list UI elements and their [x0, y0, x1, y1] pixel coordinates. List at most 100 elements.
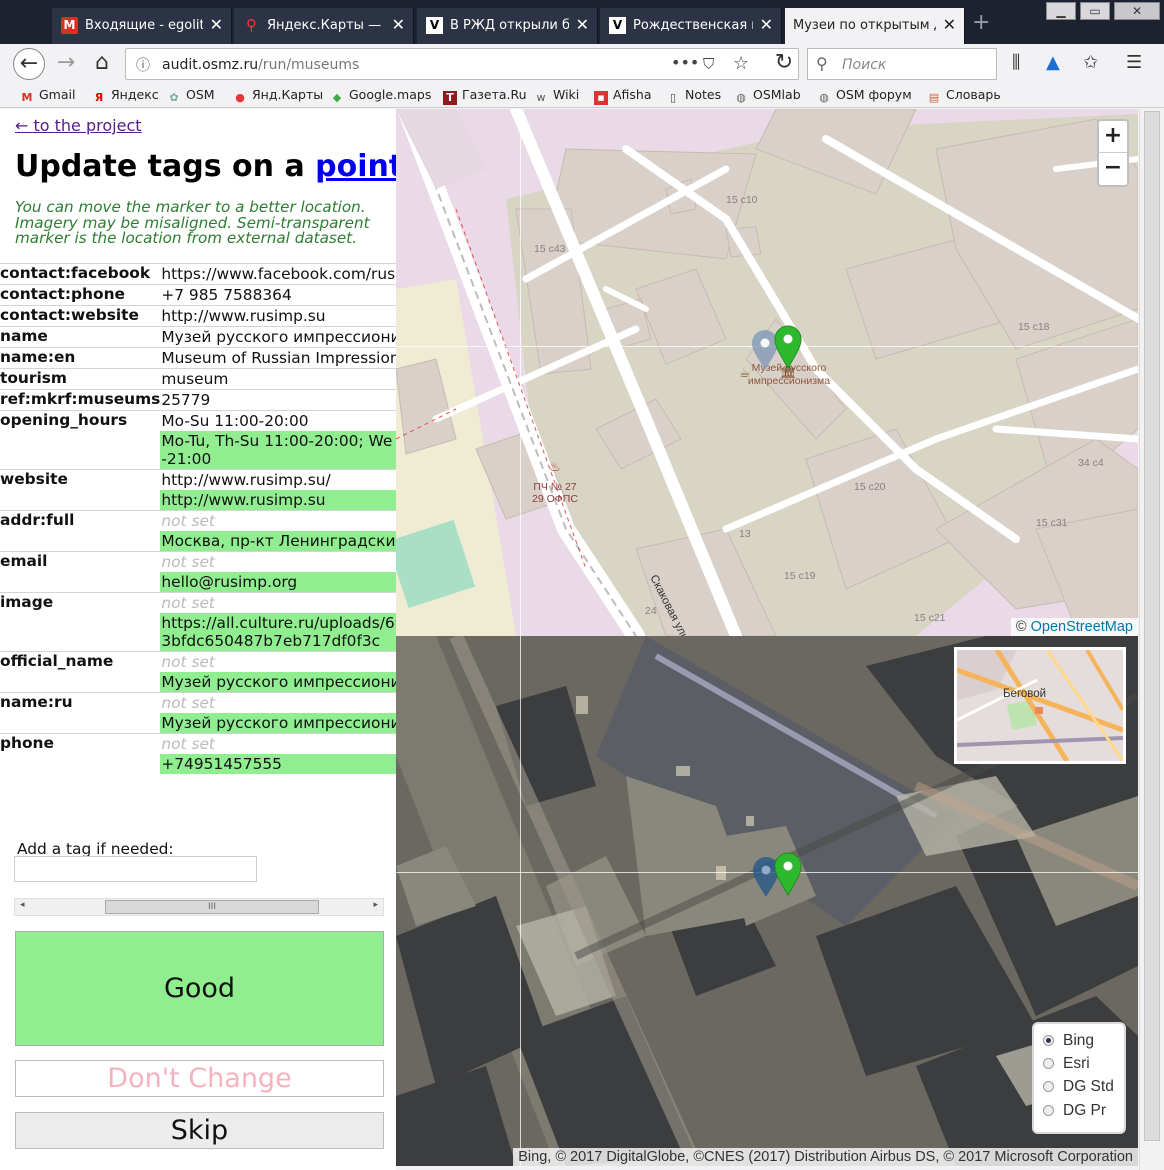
bookmark-yandex[interactable]: Я Яндекс [92, 87, 159, 105]
building-label: 15 с10 [726, 194, 758, 206]
url-text: audit.osmz.ru/run/museums [162, 57, 360, 73]
downloads-icon[interactable]: ✩ [1083, 52, 1098, 73]
layer-option-esri[interactable]: Esri [1043, 1053, 1090, 1075]
forward-button[interactable]: → [50, 48, 82, 80]
tag-value-current[interactable]: Музей русского импрессионизма [160, 327, 396, 347]
site-info-icon[interactable]: ⓘ [136, 55, 150, 75]
back-button[interactable]: ← [13, 48, 45, 80]
tag-value-current[interactable]: https://www.facebook.com/rusimp. [160, 264, 396, 284]
tag-value-not-set: not set [161, 735, 215, 753]
search-input[interactable]: ⚲ Поиск [807, 48, 997, 80]
tag-value-new[interactable]: https://all.culture.ru/uploads/695a593bf… [160, 613, 396, 651]
tag-key: contact:website [0, 305, 161, 327]
page-title: Update tags on a point [15, 149, 396, 184]
close-tab-icon[interactable]: ✕ [760, 15, 773, 35]
bookmark-gmail[interactable]: M Gmail [20, 87, 76, 105]
back-to-project-link[interactable]: ← to the project [15, 116, 142, 135]
reload-icon[interactable]: ↻ [768, 48, 800, 80]
bookmark-yandex-maps[interactable]: ● Янд.Карты [233, 87, 323, 105]
bookmark-dictionary[interactable]: ▤ Словарь [927, 87, 1001, 105]
page-actions-icon[interactable]: ••• [671, 53, 699, 72]
maximize-icon[interactable]: ▭ [1080, 2, 1110, 20]
window-controls: ▁ ▭ ✕ [1044, 0, 1164, 22]
scroll-right-icon[interactable]: ▸ [373, 900, 378, 910]
osm-marker-icon[interactable] [773, 325, 803, 369]
tag-value-current[interactable]: Mo-Su 11:00-20:00 [160, 411, 396, 431]
zoom-out-button[interactable]: − [1099, 153, 1127, 185]
tag-value-new[interactable]: Москва, пр-кт Ленинградский,д 15 [160, 531, 396, 551]
layer-option-dg-pr[interactable]: DG Pr [1043, 1100, 1106, 1122]
close-tab-icon[interactable]: ✕ [576, 15, 589, 35]
bookmark-afisha[interactable]: ▪ Afisha [594, 87, 652, 105]
osm-attribution-link[interactable]: OpenStreetMap [1031, 619, 1133, 635]
building-label: 15 с21 [914, 612, 946, 624]
tab-yandex-maps[interactable]: ⚲ Яндекс.Карты — по ✕ [234, 8, 414, 44]
window-close-icon[interactable]: ✕ [1114, 2, 1160, 20]
page-scroll-thumb[interactable] [1144, 111, 1160, 1141]
osm-map[interactable]: 15 с10 15 с43 15 с18 15 с20 34 с4 15 с31… [396, 109, 1138, 636]
tag-values: not setМузей русского импрессионизма [160, 692, 396, 734]
scroll-thumb[interactable]: III [105, 900, 319, 914]
pocket-icon[interactable]: ⛉ [703, 55, 714, 73]
point-link[interactable]: point [315, 149, 396, 184]
satellite-map[interactable]: Беговой Bing Esri DG Std DG Pr Bing, © 2… [396, 636, 1138, 1166]
library-icon[interactable]: ⫼ [1012, 52, 1020, 73]
tag-value-new[interactable]: Музей русского импрессионизма [160, 713, 396, 733]
tag-value-new[interactable]: Mo-Tu, Th-Su 11:00-20:00; We 12:00-21:00 [160, 431, 396, 469]
home-icon[interactable]: ⌂ [86, 48, 118, 80]
skip-button[interactable]: Skip [15, 1112, 384, 1149]
tag-row: opening_hours Mo-Su 11:00-20:00 Mo-Tu, Th-… [0, 410, 396, 470]
add-tag-input[interactable] [14, 856, 257, 882]
menu-icon[interactable]: ☰ [1126, 52, 1142, 73]
tab-museums[interactable]: Музеи по открытым да ✕ [785, 8, 965, 44]
layer-option-dg-std[interactable]: DG Std [1043, 1076, 1114, 1098]
tag-value-new[interactable]: http://www.rusimp.su [160, 490, 396, 510]
bookmark-notes[interactable]: ▯ Notes [666, 87, 721, 105]
tag-key: contact:phone [0, 284, 161, 306]
zoom-in-button[interactable]: + [1099, 121, 1127, 153]
satellite-marker-icon[interactable] [773, 852, 803, 896]
new-tab-button[interactable]: + [972, 10, 990, 35]
tag-value-new[interactable]: +74951457555 [160, 754, 396, 774]
bookmark-wiki[interactable]: w Wiki [534, 87, 580, 105]
bookmark-google-maps[interactable]: ◆ Google.maps [330, 87, 432, 105]
tab-rzd-news[interactable]: V В РЖД открыли бро ✕ [417, 8, 598, 44]
url-bar[interactable]: ⓘ audit.osmz.ru/run/museums ••• ⛉ ☆ [125, 48, 799, 80]
tag-row: phone not set +74951457555 [0, 733, 396, 774]
tag-row: ref:mkrf:museums 25779 [0, 389, 396, 411]
tag-row: email not set hello@rusimp.org [0, 551, 396, 593]
page-scrollbar[interactable] [1139, 109, 1164, 1170]
tag-value-current[interactable]: http://www.rusimp.su [160, 306, 396, 326]
tag-value-new[interactable]: hello@rusimp.org [160, 572, 396, 592]
bookmark-star-icon[interactable]: ☆ [733, 53, 749, 74]
osm-icon: ✿ [169, 91, 179, 104]
tag-key: website [0, 469, 161, 511]
tag-value-current[interactable]: http://www.rusimp.su/ [160, 470, 396, 490]
tag-value-current[interactable]: Museum of Russian Impressionism [160, 348, 396, 368]
bookmark-gazeta[interactable]: T Газета.Ru [443, 87, 527, 105]
tag-value-current[interactable]: +7 985 7588364 [160, 285, 396, 305]
tag-value-new[interactable]: Музей русского импрессионизма [160, 672, 396, 692]
edit-panel: ← to the project Update tags on a point … [0, 109, 396, 1170]
layer-option-bing[interactable]: Bing [1043, 1030, 1094, 1052]
tag-value-current[interactable]: museum [160, 369, 396, 389]
dont-change-button[interactable]: Don't Change [15, 1060, 384, 1097]
horizontal-scrollbar[interactable]: ◂ III ▸ [14, 898, 384, 916]
tab-gmail[interactable]: M Входящие - egolite@ ✕ [52, 8, 232, 44]
bookmark-osmlab[interactable]: ◍ OSMlab [734, 87, 800, 105]
zoom-control: + − [1097, 119, 1129, 187]
tag-values: Музей русского импрессионизма [160, 326, 396, 348]
minimize-icon[interactable]: ▁ [1046, 2, 1076, 20]
bookmark-osm[interactable]: ✿ OSM [167, 87, 214, 105]
close-tab-icon[interactable]: ✕ [392, 15, 405, 35]
bookmark-osm-forum[interactable]: ◍ OSM форум [817, 87, 911, 105]
scroll-left-icon[interactable]: ◂ [20, 900, 25, 910]
instructions-note: You can move the marker to a better loca… [15, 198, 370, 247]
tab-christmas[interactable]: V Рождественская вы ✕ [600, 8, 782, 44]
good-button[interactable]: Good [15, 931, 384, 1046]
sync-icon[interactable]: ▲ [1046, 52, 1060, 73]
close-tab-icon[interactable]: ✕ [943, 15, 956, 35]
minimap[interactable]: Беговой [954, 647, 1126, 764]
close-tab-icon[interactable]: ✕ [210, 15, 223, 35]
tag-value-current[interactable]: 25779 [160, 390, 396, 410]
